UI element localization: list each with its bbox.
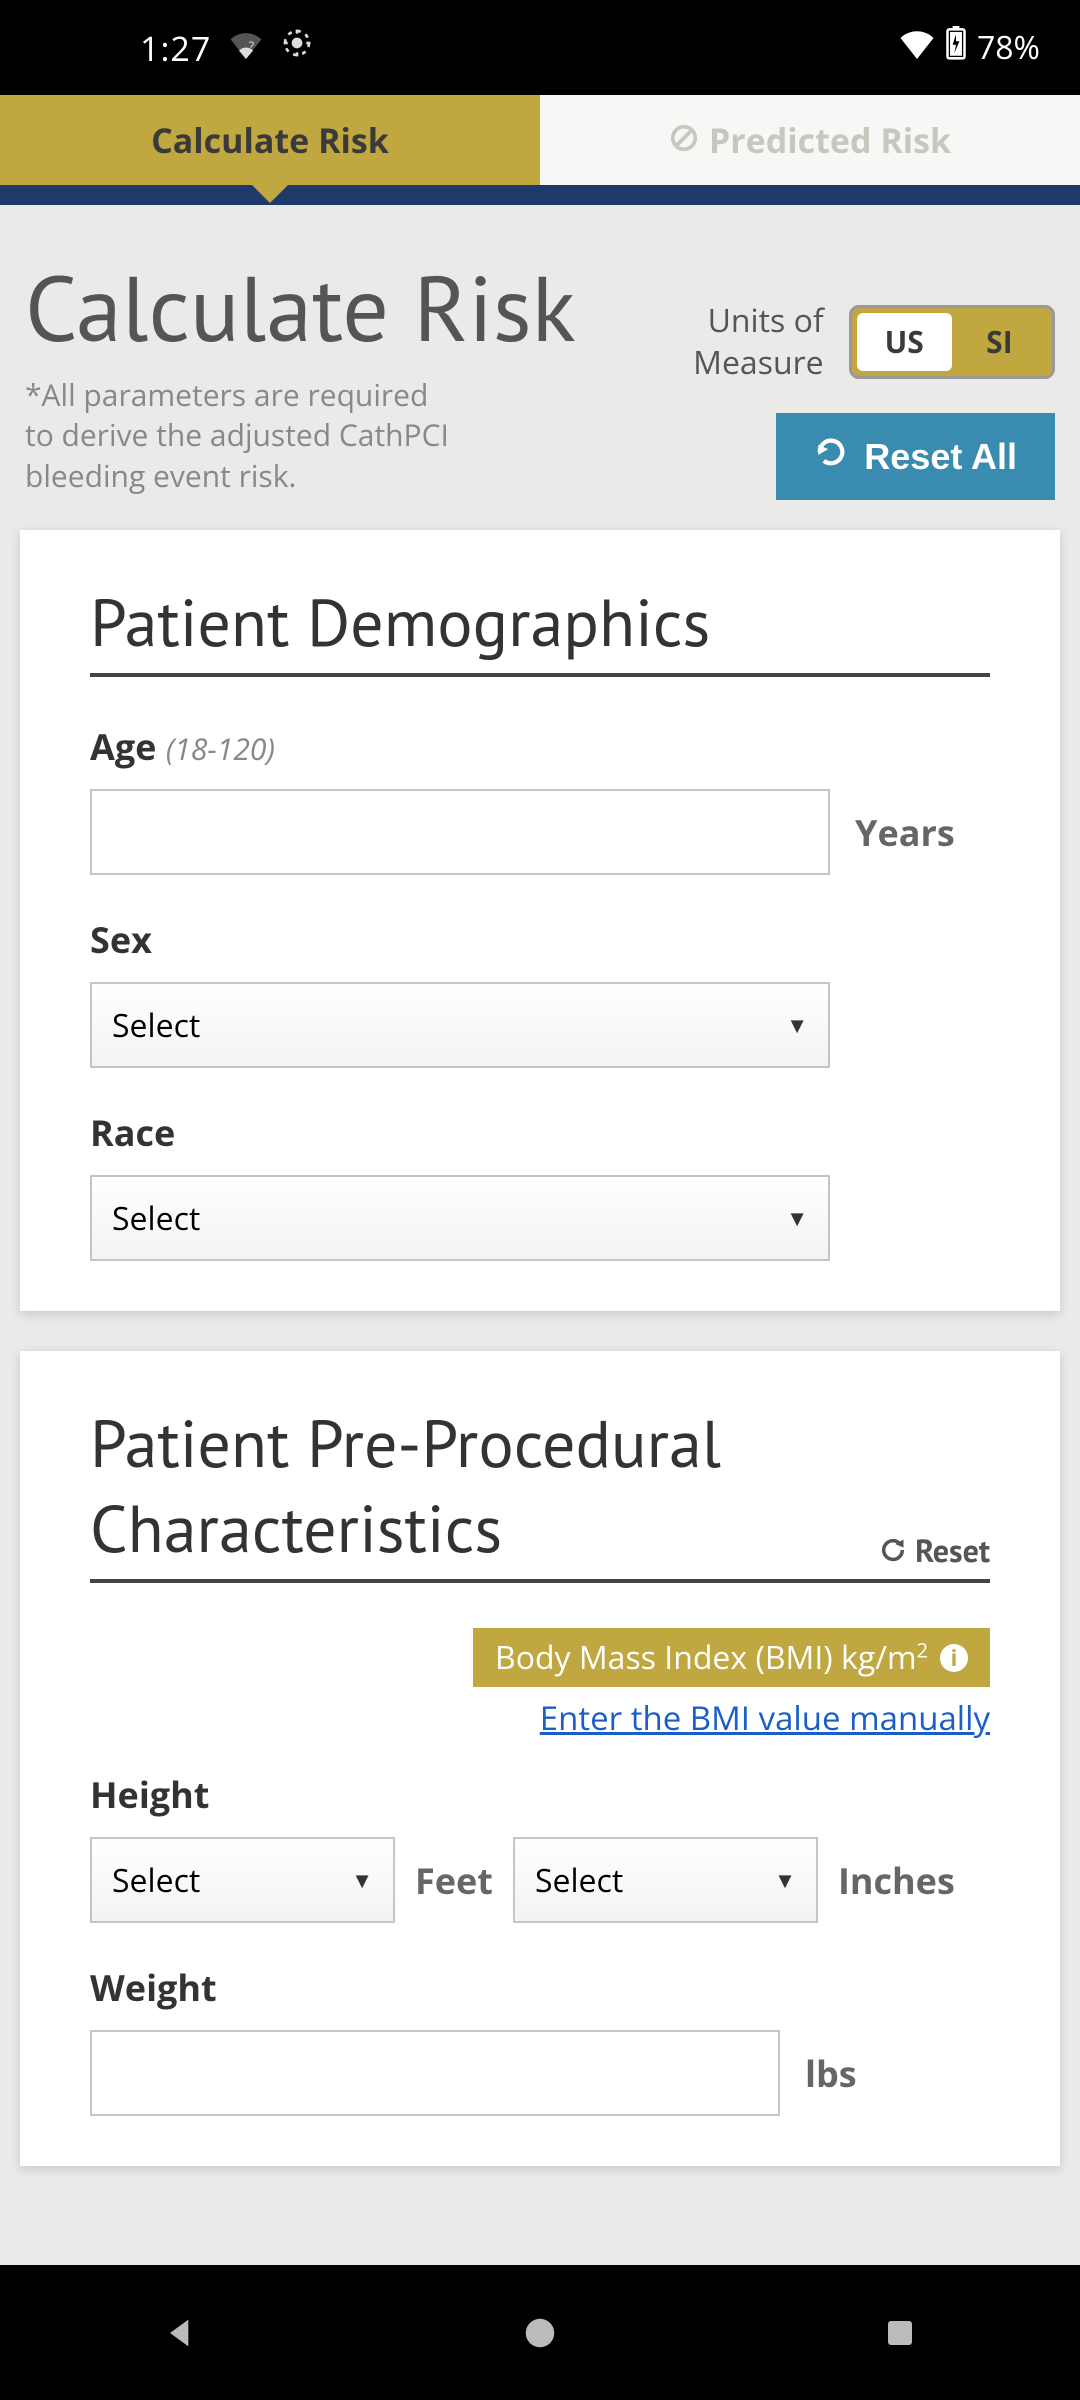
sex-field: Sex Select ▼ bbox=[90, 915, 990, 1068]
race-select[interactable]: Select ▼ bbox=[90, 1175, 830, 1261]
wifi-icon bbox=[899, 26, 935, 69]
height-feet-unit: Feet bbox=[415, 1856, 493, 1905]
weight-input[interactable] bbox=[90, 2030, 780, 2116]
page-header: Calculate Risk *All parameters are requi… bbox=[0, 205, 1080, 530]
reset-icon bbox=[879, 1536, 907, 1564]
height-inches-select[interactable]: Select ▼ bbox=[513, 1837, 818, 1923]
bmi-banner-exp: 2 bbox=[917, 1637, 928, 1664]
sex-select[interactable]: Select ▼ bbox=[90, 982, 830, 1068]
race-field: Race Select ▼ bbox=[90, 1108, 990, 1261]
units-option-us[interactable]: US bbox=[857, 313, 952, 371]
reset-all-label: Reset All bbox=[864, 436, 1017, 478]
age-label: Age bbox=[90, 722, 156, 771]
info-icon[interactable]: i bbox=[940, 1644, 968, 1672]
bmi-banner: Body Mass Index (BMI) kg/m2 i bbox=[473, 1628, 990, 1687]
units-toggle[interactable]: US SI bbox=[849, 305, 1055, 379]
target-icon bbox=[281, 26, 313, 69]
svg-text:?: ? bbox=[249, 38, 255, 55]
units-option-si[interactable]: SI bbox=[952, 313, 1047, 371]
content-area: Calculate Risk *All parameters are requi… bbox=[0, 205, 1080, 2265]
wifi-weak-icon: ? bbox=[229, 26, 263, 69]
weight-field: Weight lbs bbox=[90, 1963, 990, 2116]
bmi-banner-text: Body Mass Index (BMI) kg/m bbox=[495, 1636, 917, 1679]
chevron-down-icon: ▼ bbox=[786, 1010, 808, 1040]
reset-icon bbox=[814, 435, 848, 478]
reset-all-button[interactable]: Reset All bbox=[776, 413, 1055, 500]
card-title-preprocedural: Patient Pre-Procedural Characteristics bbox=[90, 1401, 765, 1571]
status-time: 1:27 bbox=[40, 25, 211, 71]
pre-procedural-card: Patient Pre-Procedural Characteristics R… bbox=[20, 1351, 1060, 2166]
age-unit: Years bbox=[855, 808, 955, 857]
race-label: Race bbox=[90, 1108, 175, 1157]
tab-predicted-risk[interactable]: Predicted Risk bbox=[540, 95, 1080, 185]
page-title: Calculate Risk bbox=[25, 260, 592, 357]
card-title-demographics: Patient Demographics bbox=[90, 580, 710, 665]
units-of-measure-label: Units of Measure bbox=[592, 300, 824, 383]
chevron-down-icon: ▼ bbox=[774, 1865, 796, 1895]
age-input[interactable] bbox=[90, 789, 830, 875]
height-label: Height bbox=[90, 1770, 209, 1819]
weight-unit: lbs bbox=[805, 2049, 857, 2098]
age-hint: (18-120) bbox=[166, 728, 275, 769]
height-inches-value: Select bbox=[535, 1859, 623, 1902]
tab-bar: Calculate Risk Predicted Risk bbox=[0, 95, 1080, 185]
card-reset-label: Reset bbox=[915, 1529, 990, 1571]
disabled-icon bbox=[669, 117, 699, 163]
race-select-value: Select bbox=[112, 1197, 200, 1240]
sex-label: Sex bbox=[90, 915, 152, 964]
status-bar: 1:27 ? 78% bbox=[0, 0, 1080, 95]
battery-percent: 78% bbox=[977, 26, 1040, 69]
nav-back-button[interactable] bbox=[155, 2308, 205, 2358]
tab-predicted-label: Predicted Risk bbox=[709, 117, 951, 163]
tab-calculate-label: Calculate Risk bbox=[151, 117, 389, 163]
battery-charging-icon bbox=[945, 26, 967, 70]
height-field: Height Select ▼ Feet Select ▼ Inches bbox=[90, 1770, 990, 1923]
tab-calculate-risk[interactable]: Calculate Risk bbox=[0, 95, 540, 185]
tab-underline bbox=[0, 185, 1080, 205]
circle-home-icon bbox=[521, 2314, 559, 2352]
height-inches-unit: Inches bbox=[838, 1856, 955, 1905]
patient-demographics-card: Patient Demographics Age (18-120) Years … bbox=[20, 530, 1060, 1311]
nav-home-button[interactable] bbox=[515, 2308, 565, 2358]
page-subtitle: *All parameters are required to derive t… bbox=[25, 375, 455, 497]
age-field: Age (18-120) Years bbox=[90, 722, 990, 875]
weight-label: Weight bbox=[90, 1963, 217, 2012]
chevron-down-icon: ▼ bbox=[786, 1203, 808, 1233]
chevron-down-icon: ▼ bbox=[351, 1865, 373, 1895]
card-reset-button[interactable]: Reset bbox=[879, 1529, 990, 1571]
sex-select-value: Select bbox=[112, 1004, 200, 1047]
system-navbar bbox=[0, 2265, 1080, 2400]
height-feet-value: Select bbox=[112, 1859, 200, 1902]
nav-recents-button[interactable] bbox=[875, 2308, 925, 2358]
height-feet-select[interactable]: Select ▼ bbox=[90, 1837, 395, 1923]
enter-bmi-manually-link[interactable]: Enter the BMI value manually bbox=[90, 1695, 990, 1740]
square-recents-icon bbox=[882, 2315, 918, 2351]
triangle-back-icon bbox=[160, 2313, 200, 2353]
